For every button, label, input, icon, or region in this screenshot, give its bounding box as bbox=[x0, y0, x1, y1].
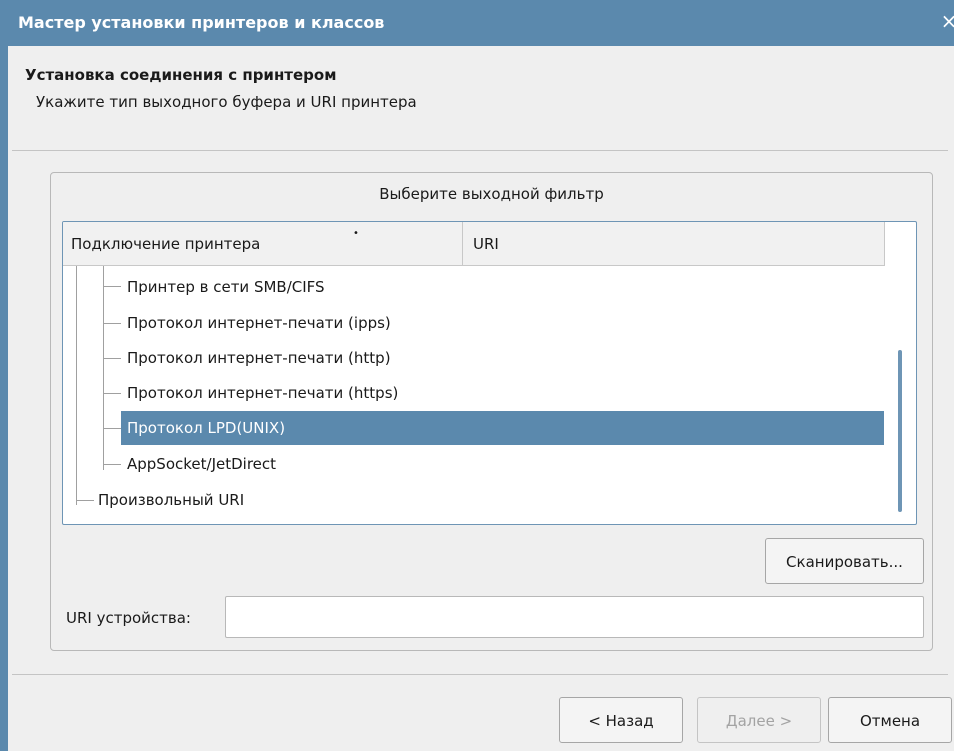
tree-header: Подключение принтера • URI bbox=[63, 222, 885, 266]
tree-item-label: Протокол интернет-печати (ipps) bbox=[127, 314, 391, 332]
tree-item-https[interactable]: Протокол интернет-печати (https) bbox=[121, 376, 521, 410]
header-separator bbox=[12, 150, 948, 151]
dialog-window: Мастер установки принтеров и классов × У… bbox=[0, 0, 954, 751]
tree-item-smb[interactable]: Принтер в сети SMB/CIFS bbox=[121, 270, 521, 304]
tree-branch-line bbox=[103, 464, 121, 465]
device-uri-input[interactable] bbox=[225, 596, 924, 638]
tree-branch-line bbox=[76, 500, 94, 501]
tree-item-label: Произвольный URI bbox=[98, 491, 245, 509]
tree-branch-line bbox=[103, 323, 121, 324]
column-header-uri-label: URI bbox=[473, 235, 499, 253]
tree-item-ipps[interactable]: Протокол интернет-печати (ipps) bbox=[121, 306, 521, 340]
page-title: Установка соединения с принтером bbox=[25, 66, 337, 84]
tree-item-label: Протокол интернет-печати (http) bbox=[127, 349, 391, 367]
tree-branch-line bbox=[103, 286, 121, 287]
tree-scrollbar[interactable] bbox=[898, 350, 902, 512]
footer-separator bbox=[12, 674, 948, 675]
cancel-button[interactable]: Отмена bbox=[828, 697, 952, 743]
window-title: Мастер установки принтеров и классов bbox=[18, 13, 385, 32]
tree-item-lpd[interactable]: Протокол LPD(UNIX) bbox=[121, 411, 884, 445]
tree-item-label: Протокол интернет-печати (https) bbox=[127, 384, 399, 402]
column-header-connection-label: Подключение принтера bbox=[71, 235, 261, 253]
group-title: Выберите выходной фильтр bbox=[379, 185, 604, 203]
close-icon[interactable]: × bbox=[940, 11, 954, 31]
connection-tree[interactable]: Подключение принтера • URI Принтер в сет… bbox=[62, 221, 917, 525]
tree-branch-line bbox=[76, 266, 77, 505]
tree-item-label: Протокол LPD(UNIX) bbox=[127, 419, 286, 437]
sort-indicator-icon: • bbox=[353, 228, 359, 239]
tree-item-custom-uri[interactable]: Произвольный URI bbox=[94, 483, 494, 517]
title-bar[interactable]: Мастер установки принтеров и классов × bbox=[0, 0, 954, 46]
tree-branch-line bbox=[103, 266, 104, 470]
back-button[interactable]: < Назад bbox=[559, 697, 683, 743]
tree-branch-line bbox=[103, 428, 121, 429]
tree-item-label: Принтер в сети SMB/CIFS bbox=[127, 278, 325, 296]
scan-button[interactable]: Сканировать... bbox=[765, 538, 924, 584]
output-filter-group: Выберите выходной фильтр Подключение при… bbox=[50, 172, 933, 651]
tree-item-label: AppSocket/JetDirect bbox=[127, 455, 277, 473]
tree-item-appsocket[interactable]: AppSocket/JetDirect bbox=[121, 447, 521, 481]
next-button[interactable]: Далее > bbox=[697, 697, 821, 743]
tree-item-http[interactable]: Протокол интернет-печати (http) bbox=[121, 341, 521, 375]
tree-branch-line bbox=[103, 358, 121, 359]
column-header-connection[interactable]: Подключение принтера • bbox=[63, 222, 463, 266]
tree-branch-line bbox=[103, 393, 121, 394]
device-uri-label: URI устройства: bbox=[66, 609, 191, 627]
page-subtitle: Укажите тип выходного буфера и URI принт… bbox=[36, 93, 417, 111]
column-header-uri[interactable]: URI bbox=[463, 222, 885, 266]
